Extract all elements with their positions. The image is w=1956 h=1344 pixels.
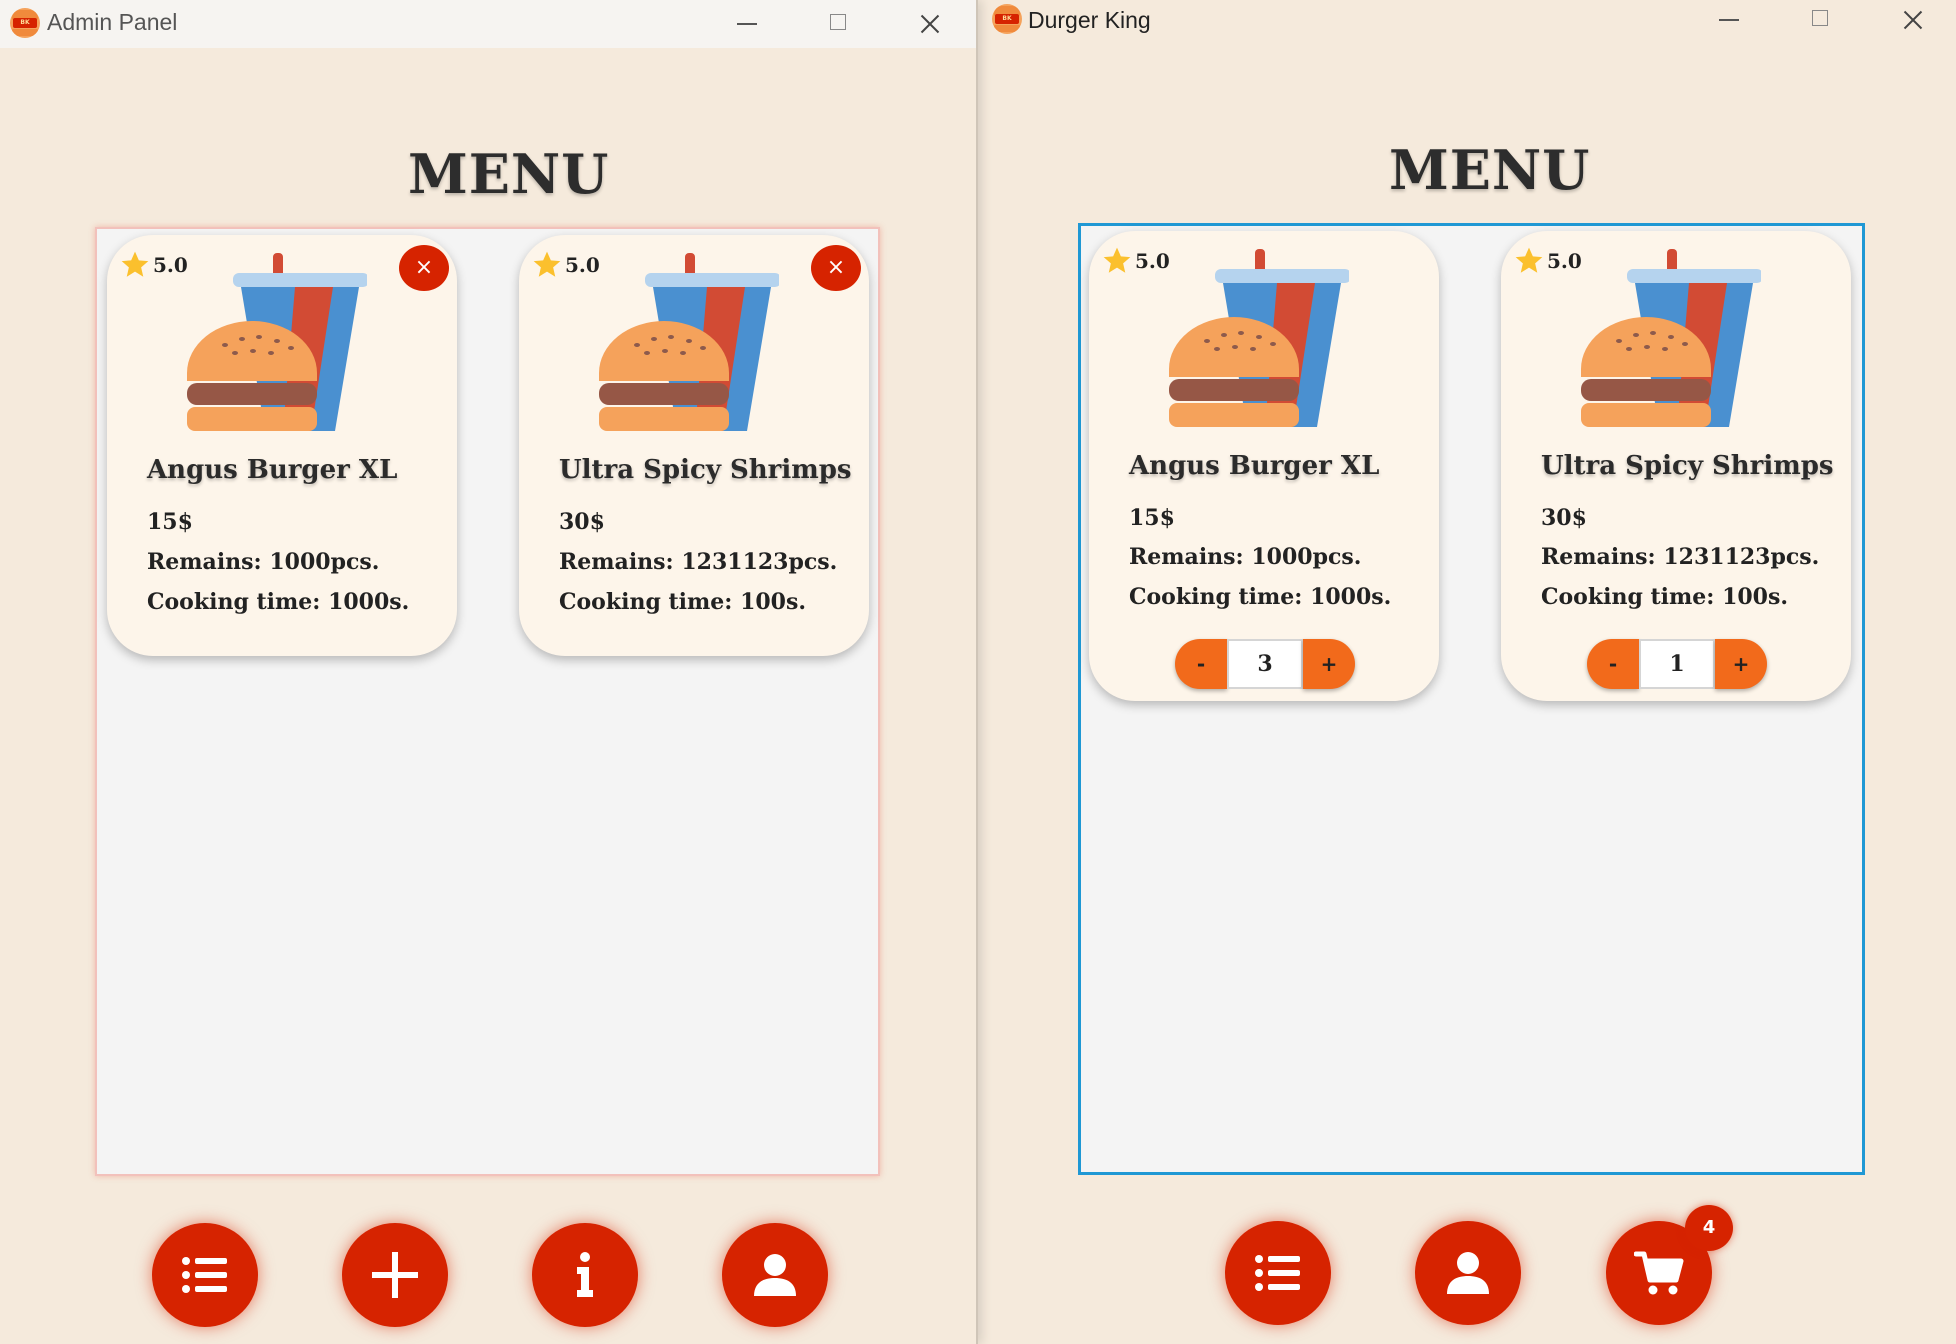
rating: 5.0 [531,249,600,281]
item-remains: Remains: 1231123pcs. [1541,544,1820,570]
page-title: MENU [408,142,610,206]
item-remains: Remains: 1000pcs. [1129,544,1362,570]
item-cooking-time: Cooking time: 100s. [559,589,807,615]
increase-quantity-button[interactable]: + [1715,639,1767,689]
minimize-button[interactable] [1709,2,1749,38]
item-cooking-time: Cooking time: 1000s. [147,589,410,615]
quantity-stepper[interactable]: - 3 + [1175,639,1355,691]
cart-icon [1634,1251,1684,1295]
client-window: BK Durger King MENU 5.0 Angus Burger XL … [977,0,1956,1344]
list-icon [1255,1255,1300,1291]
item-cooking-time: Cooking time: 100s. [1541,584,1789,610]
item-cooking-time: Cooking time: 1000s. [1129,584,1392,610]
item-price: 30$ [559,509,605,535]
window-title: Durger King [1028,7,1151,33]
maximize-button[interactable] [1800,2,1840,38]
decrease-quantity-button[interactable]: - [1587,639,1639,689]
rating-value: 5.0 [565,253,600,277]
rating-value: 5.0 [1135,249,1170,273]
item-name: Angus Burger XL [1129,451,1380,481]
menu-list-button[interactable] [1225,1221,1331,1325]
burger-drink-icon [187,253,367,431]
info-icon [577,1252,593,1297]
star-icon [1515,247,1543,273]
menu-item-card[interactable]: 5.0 × Angus Burger XL 15$ Remains: 1000p… [107,235,457,656]
list-icon [182,1257,227,1293]
item-name: Angus Burger XL [147,455,398,485]
profile-button[interactable] [1415,1221,1521,1325]
rating: 5.0 [1513,245,1582,277]
page-title: MENU [1389,138,1591,202]
decrease-quantity-button[interactable]: - [1175,639,1227,689]
close-button[interactable] [910,6,950,42]
rating: 5.0 [119,249,188,281]
item-price: 15$ [1129,505,1175,531]
admin-titlebar: BK Admin Panel [0,0,976,48]
cart-count-badge: 4 [1685,1205,1733,1251]
user-icon [1447,1252,1489,1294]
item-remains: Remains: 1231123pcs. [559,549,838,575]
admin-window: BK Admin Panel MENU 5.0 × Angus Burger X… [0,0,978,1344]
info-button[interactable] [532,1223,638,1327]
profile-button[interactable] [722,1223,828,1327]
add-item-button[interactable] [342,1223,448,1327]
quantity-stepper[interactable]: - 1 + [1587,639,1767,691]
window-title: Admin Panel [47,9,178,35]
menu-list-button[interactable] [152,1223,258,1327]
menu-item-card[interactable]: 5.0 Angus Burger XL 15$ Remains: 1000pcs… [1089,231,1439,701]
star-icon [121,251,149,277]
plus-icon [372,1252,418,1298]
rating-value: 5.0 [153,253,188,277]
quantity-field[interactable]: 3 [1227,639,1303,689]
burger-king-logo-icon: BK [992,4,1022,34]
user-icon [754,1254,796,1296]
rating-value: 5.0 [1547,249,1582,273]
item-price: 15$ [147,509,193,535]
menu-item-card[interactable]: 5.0 × Ultra Spicy Shrimps 30$ Remains: 1… [519,235,869,656]
quantity-field[interactable]: 1 [1639,639,1715,689]
increase-quantity-button[interactable]: + [1303,639,1355,689]
client-titlebar: BK Durger King [978,0,1956,48]
rating: 5.0 [1101,245,1170,277]
burger-drink-icon [1169,249,1349,427]
star-icon [1103,247,1131,273]
delete-item-button[interactable]: × [811,245,861,291]
item-price: 30$ [1541,505,1587,531]
star-icon [533,251,561,277]
menu-item-card[interactable]: 5.0 Ultra Spicy Shrimps 30$ Remains: 123… [1501,231,1851,701]
maximize-button[interactable] [818,6,858,42]
burger-king-logo-icon: BK [10,8,40,38]
item-name: Ultra Spicy Shrimps [1541,451,1834,481]
menu-list[interactable]: 5.0 × Angus Burger XL 15$ Remains: 1000p… [95,227,880,1176]
menu-list[interactable]: 5.0 Angus Burger XL 15$ Remains: 1000pcs… [1078,223,1865,1175]
burger-drink-icon [599,253,779,431]
delete-item-button[interactable]: × [399,245,449,291]
minimize-button[interactable] [727,6,767,42]
item-name: Ultra Spicy Shrimps [559,455,852,485]
item-remains: Remains: 1000pcs. [147,549,380,575]
close-button[interactable] [1893,2,1933,38]
burger-drink-icon [1581,249,1761,427]
